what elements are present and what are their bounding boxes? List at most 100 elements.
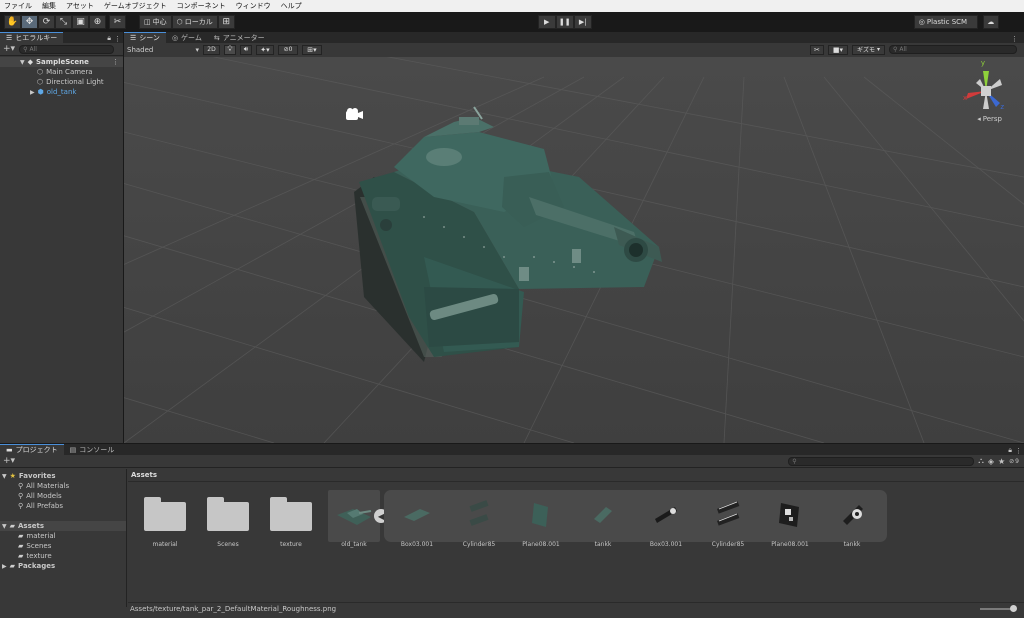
- play-button[interactable]: ▶: [537, 15, 556, 29]
- scene-visibility-toggle[interactable]: ⊘ 0: [278, 44, 298, 55]
- persp-toggle[interactable]: ◂ Persp: [977, 115, 1002, 123]
- asset-item[interactable]: material: [140, 497, 190, 548]
- kebab-menu-icon[interactable]: ⋮: [114, 35, 121, 43]
- favorite-item[interactable]: ⚲ All Materials: [0, 481, 126, 491]
- gizmos-dropdown[interactable]: ギズモ ▾: [851, 44, 885, 55]
- tab-project[interactable]: ▬ プロジェクト: [0, 444, 64, 455]
- scene-viewport[interactable]: y x z ◂ Persp: [124, 57, 1024, 443]
- search-filter-icon: ⚲: [18, 502, 24, 510]
- local-space-button[interactable]: ⬡ ローカル: [171, 15, 218, 29]
- expand-arrow-icon[interactable]: ▼: [20, 59, 25, 66]
- asset-item[interactable]: tankk: [578, 497, 628, 548]
- cloud-icon[interactable]: ☁: [982, 15, 999, 29]
- custom-tool-icon[interactable]: ✂: [109, 15, 126, 29]
- pivot-center-button[interactable]: ◫ 中心: [139, 15, 172, 29]
- menu-assets[interactable]: アセット: [66, 1, 94, 11]
- menu-gameobject[interactable]: ゲームオブジェクト: [104, 1, 167, 11]
- favorite-star-icon[interactable]: ★: [998, 457, 1005, 466]
- asset-folder-item[interactable]: ▰ texture: [0, 551, 126, 561]
- breadcrumb-assets[interactable]: Assets: [131, 471, 157, 479]
- asset-item[interactable]: Scenes: [203, 497, 253, 548]
- folder-icon: ▰: [18, 542, 24, 550]
- asset-label: Box03.001: [400, 541, 434, 548]
- menu-window[interactable]: ウィンドウ: [236, 1, 271, 11]
- lock-icon[interactable]: 🔒︎: [107, 34, 111, 43]
- tab-hierarchy[interactable]: ☰ ヒエラルキー: [0, 32, 64, 43]
- 2d-toggle[interactable]: 2D: [203, 44, 220, 55]
- step-button[interactable]: ▶|: [573, 15, 592, 29]
- orientation-gizmo[interactable]: [956, 61, 1016, 121]
- axis-x-label: x: [962, 94, 967, 102]
- menu-edit[interactable]: 編集: [42, 1, 56, 11]
- asset-item[interactable]: Plane08.001: [765, 497, 815, 548]
- scene-kebab-icon[interactable]: ⋮: [1011, 35, 1018, 43]
- asset-folder-item[interactable]: ▰ material: [0, 531, 126, 541]
- persp-icon: ◂: [977, 115, 981, 123]
- asset-label: old_tank: [341, 541, 367, 548]
- hidden-packages-toggle[interactable]: ⊘ 9: [1009, 458, 1019, 465]
- grid-toggle-icon[interactable]: ⊞▾: [302, 44, 322, 55]
- hierarchy-search[interactable]: ⚲ All: [19, 44, 115, 54]
- filter-type-icon[interactable]: ⛬: [978, 456, 984, 466]
- plastic-scm-button[interactable]: ◎ Plastic SCM: [913, 15, 978, 29]
- project-kebab-icon[interactable]: ⋮: [1015, 447, 1022, 455]
- scene-search[interactable]: ⚲ All: [889, 45, 1017, 54]
- favorites-arrow-icon[interactable]: ▼: [2, 473, 7, 480]
- rect-tool-icon[interactable]: ▣: [72, 15, 89, 29]
- hierarchy-item[interactable]: ▶ ⬢ old_tank: [0, 87, 123, 97]
- unity-scene-icon: ◆: [27, 58, 34, 66]
- lighting-toggle-icon[interactable]: 💡︎: [224, 44, 236, 55]
- favorite-item[interactable]: ⚲ All Models: [0, 491, 126, 501]
- camera-settings-icon[interactable]: ■▾: [827, 44, 848, 55]
- gizmo-center-cube[interactable]: [981, 86, 991, 96]
- tab-console[interactable]: ▤ コンソール: [64, 444, 121, 455]
- shading-mode-dropdown[interactable]: Shaded ▾: [127, 46, 199, 54]
- slider-handle[interactable]: [1010, 604, 1017, 612]
- add-icon[interactable]: +▾: [3, 44, 15, 54]
- asset-item[interactable]: tankk: [827, 497, 877, 548]
- menu-file[interactable]: ファイル: [4, 1, 32, 11]
- project-search[interactable]: ⚲: [788, 456, 975, 466]
- packages-arrow-icon[interactable]: ▶: [2, 563, 7, 570]
- project-lock-icon[interactable]: 🔒︎: [1008, 446, 1012, 455]
- favorite-item[interactable]: ⚲ All Prefabs: [0, 501, 126, 511]
- asset-item[interactable]: Box03.001: [641, 497, 691, 548]
- asset-label: texture: [280, 541, 302, 548]
- scene-grid: [124, 57, 1024, 443]
- asset-item[interactable]: Cylinder85: [703, 497, 753, 548]
- asset-item[interactable]: Box03.001: [392, 497, 442, 548]
- project-add-icon[interactable]: +▾: [3, 456, 15, 466]
- tab-scene[interactable]: ☰ シーン: [124, 32, 166, 43]
- move-tool-icon[interactable]: ✥: [21, 15, 38, 29]
- asset-item[interactable]: old_tank: [329, 497, 379, 548]
- asset-item[interactable]: Plane08.001: [516, 497, 566, 548]
- hierarchy-scene-row[interactable]: ▼ ◆ SampleScene ⋮: [0, 57, 123, 67]
- rotate-tool-icon[interactable]: ⟳: [38, 15, 55, 29]
- scale-tool-icon[interactable]: ⤡: [55, 15, 72, 29]
- tab-animator[interactable]: ⇆ アニメーター: [208, 32, 271, 43]
- audio-toggle-icon[interactable]: 🔊︎: [240, 44, 252, 55]
- asset-item[interactable]: Cylinder85: [454, 497, 504, 548]
- hierarchy-item[interactable]: ⬡ Directional Light: [0, 77, 123, 87]
- assets-arrow-icon[interactable]: ▼: [2, 523, 7, 530]
- asset-item[interactable]: texture: [266, 497, 316, 548]
- hierarchy-item[interactable]: ⬡ Main Camera: [0, 67, 123, 77]
- scene-menu-icon[interactable]: ⋮: [112, 58, 119, 66]
- assets-row[interactable]: ▼ ▰ Assets: [0, 521, 126, 531]
- menu-component[interactable]: コンポーネント: [177, 1, 226, 11]
- effects-toggle-icon[interactable]: ✦▾: [256, 44, 274, 55]
- icon-size-slider[interactable]: [980, 604, 1017, 612]
- tab-game[interactable]: ◎ ゲーム: [166, 32, 208, 43]
- favorites-row[interactable]: ▼ ★ Favorites: [0, 471, 126, 481]
- menu-help[interactable]: ヘルプ: [281, 1, 302, 11]
- tools-icon[interactable]: ✂: [809, 44, 824, 55]
- packages-row[interactable]: ▶ ▰ Packages: [0, 561, 126, 571]
- pause-button[interactable]: ❚❚: [555, 15, 574, 29]
- collapse-arrow-icon[interactable]: ▶: [30, 89, 35, 96]
- scene-search-placeholder: All: [899, 46, 907, 53]
- asset-folder-item[interactable]: ▰ Scenes: [0, 541, 126, 551]
- grid-snap-icon[interactable]: ⊞: [217, 15, 235, 29]
- filter-label-icon[interactable]: ◈: [988, 457, 994, 466]
- hand-tool-icon[interactable]: ✋: [4, 15, 21, 29]
- transform-tool-icon[interactable]: ⊕: [89, 15, 106, 29]
